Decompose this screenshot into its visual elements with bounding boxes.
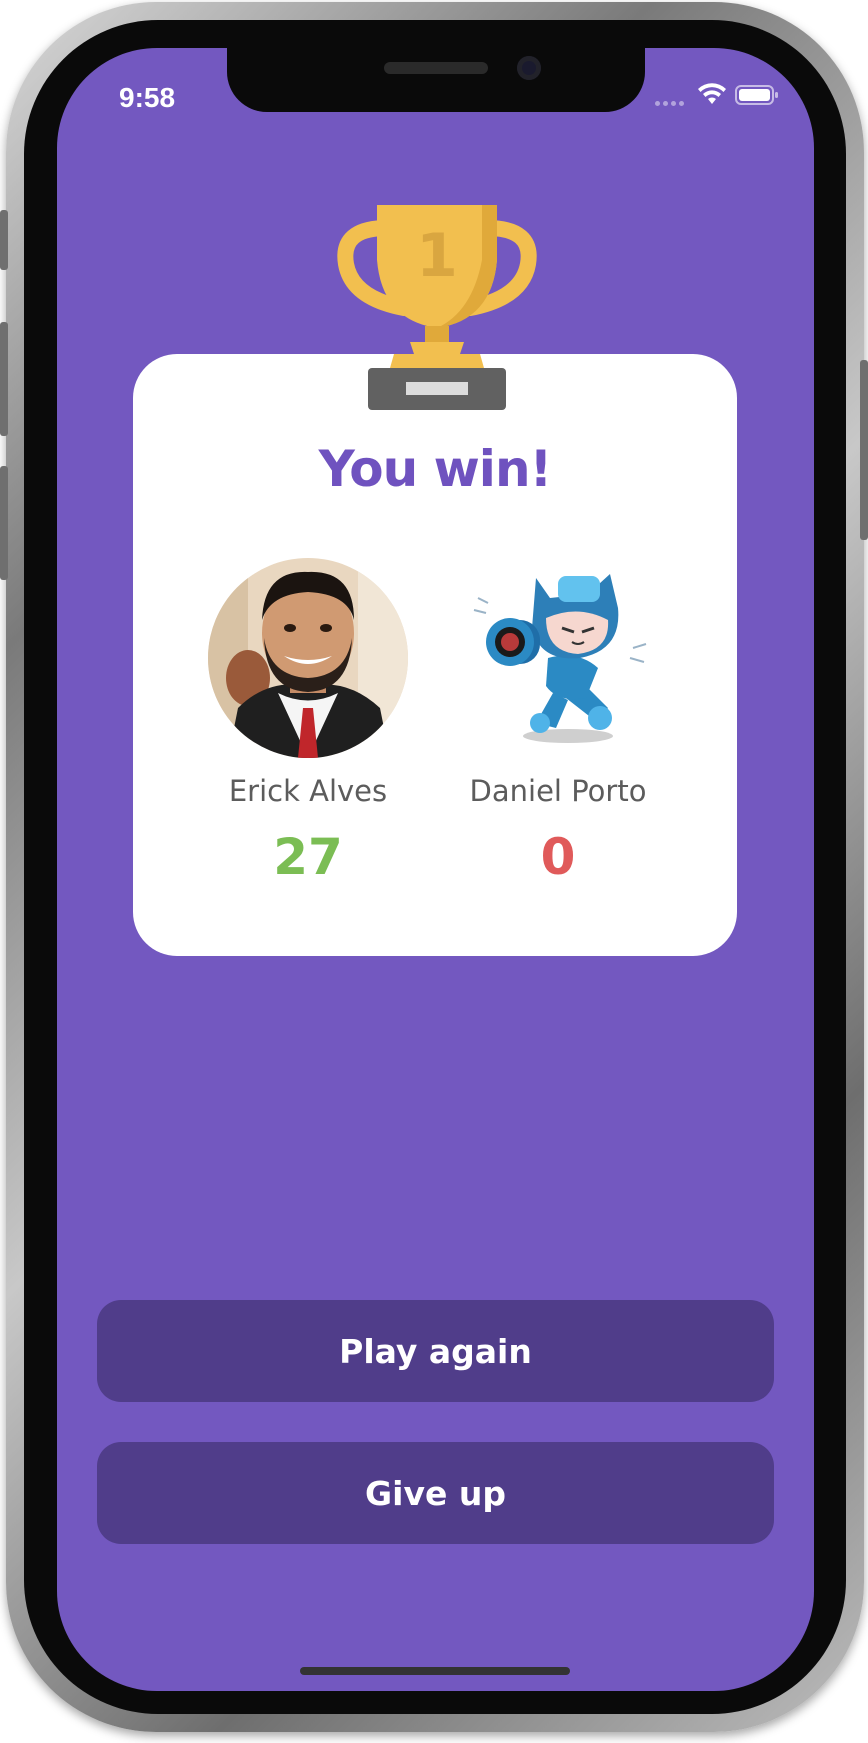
player-card-opponent: Daniel Porto 0 (433, 558, 683, 886)
user-photo-avatar (208, 558, 408, 758)
device-mockup: 9:58 You win! Erick Alves 27 Daniel Port… (0, 0, 868, 1743)
app-screen: 9:58 You win! Erick Alves 27 Daniel Port… (57, 48, 814, 1691)
trophy-rank: 1 (416, 221, 458, 291)
volume-up-button (0, 322, 8, 436)
notch (227, 48, 645, 112)
status-time: 9:58 (119, 82, 176, 113)
octocat-robot-icon (473, 574, 647, 743)
power-button (860, 360, 868, 540)
result-title: You win! (318, 440, 553, 498)
battery-icon (735, 85, 778, 105)
home-indicator[interactable] (300, 1667, 570, 1675)
player-name: Daniel Porto (469, 774, 647, 808)
octocat-megaman-avatar (458, 558, 658, 758)
person-photo-icon (208, 558, 408, 758)
play-again-button[interactable]: Play again (97, 1300, 774, 1402)
front-camera (517, 56, 541, 80)
result-card: You win! Erick Alves 27 Daniel Porto 0 (133, 354, 737, 956)
player-name: Erick Alves (228, 774, 388, 808)
give-up-button[interactable]: Give up (97, 1442, 774, 1544)
trophy-icon: 1 (337, 205, 537, 410)
speaker-grille (384, 62, 488, 74)
mute-switch (0, 210, 8, 270)
volume-down-button (0, 466, 8, 580)
player-score: 27 (273, 828, 343, 886)
player-score: 0 (540, 828, 576, 886)
signal-dots-icon (655, 101, 684, 106)
player-card-you: Erick Alves 27 (183, 558, 433, 886)
wifi-icon (698, 83, 726, 104)
